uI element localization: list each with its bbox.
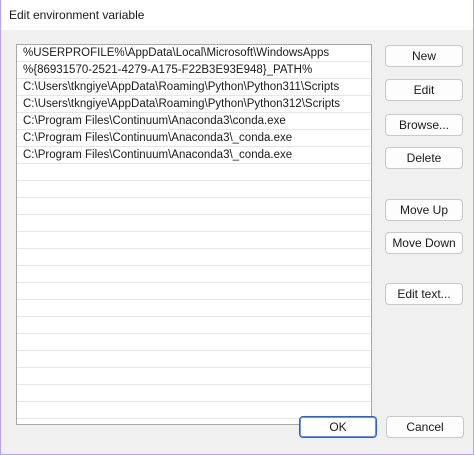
move-down-button[interactable]: Move Down bbox=[385, 232, 463, 254]
list-item[interactable]: C:\Program Files\Continuum\Anaconda3\_co… bbox=[17, 147, 371, 164]
list-item[interactable]: C:\Users\tkngiye\AppData\Roaming\Python\… bbox=[17, 96, 371, 113]
empty-list-row[interactable] bbox=[17, 368, 371, 385]
list-item[interactable]: C:\Program Files\Continuum\Anaconda3\con… bbox=[17, 113, 371, 130]
empty-list-row[interactable] bbox=[17, 215, 371, 232]
dialog-title: Edit environment variable bbox=[9, 8, 145, 22]
empty-list-row[interactable] bbox=[17, 249, 371, 266]
list-item[interactable]: C:\Users\tkngiye\AppData\Roaming\Python\… bbox=[17, 79, 371, 96]
path-entries-list[interactable]: %USERPROFILE%\AppData\Local\Microsoft\Wi… bbox=[16, 44, 372, 425]
empty-list-row[interactable] bbox=[17, 317, 371, 334]
empty-list-row[interactable] bbox=[17, 300, 371, 317]
empty-list-row[interactable] bbox=[17, 351, 371, 368]
new-button[interactable]: New bbox=[385, 45, 463, 67]
edit-button[interactable]: Edit bbox=[385, 79, 463, 101]
delete-button[interactable]: Delete bbox=[385, 147, 463, 169]
empty-list-row[interactable] bbox=[17, 232, 371, 249]
cancel-button[interactable]: Cancel bbox=[386, 416, 464, 438]
empty-list-row[interactable] bbox=[17, 164, 371, 181]
move-up-button[interactable]: Move Up bbox=[385, 199, 463, 221]
empty-list-row[interactable] bbox=[17, 283, 371, 300]
ok-button[interactable]: OK bbox=[299, 416, 377, 438]
empty-list-row[interactable] bbox=[17, 181, 371, 198]
edit-text-button[interactable]: Edit text... bbox=[385, 283, 463, 305]
browse-button[interactable]: Browse... bbox=[385, 114, 463, 136]
list-item[interactable]: %USERPROFILE%\AppData\Local\Microsoft\Wi… bbox=[17, 45, 371, 62]
list-item[interactable]: %{86931570-2521-4279-A175-F22B3E93E948}_… bbox=[17, 62, 371, 79]
empty-list-row[interactable] bbox=[17, 266, 371, 283]
title-bar[interactable]: Edit environment variable bbox=[1, 0, 473, 30]
edit-environment-variable-dialog: Edit environment variable %USERPROFILE%\… bbox=[0, 0, 474, 455]
empty-list-row[interactable] bbox=[17, 385, 371, 402]
list-item[interactable]: C:\Program Files\Continuum\Anaconda3\_co… bbox=[17, 130, 371, 147]
empty-list-row[interactable] bbox=[17, 334, 371, 351]
empty-list-row[interactable] bbox=[17, 198, 371, 215]
